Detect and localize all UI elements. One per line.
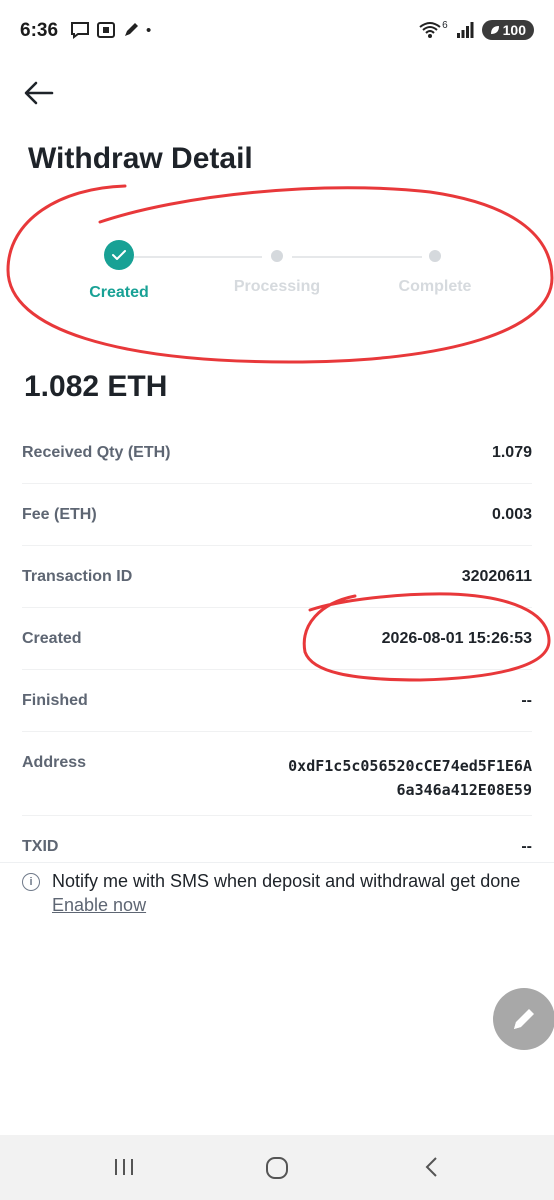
home-icon bbox=[266, 1157, 288, 1179]
detail-label: Transaction ID bbox=[22, 567, 133, 585]
screenshot-icon bbox=[97, 22, 115, 38]
detail-row-address: Address 0xdF1c5c056520cCE74ed5F1E6A 6a34… bbox=[22, 732, 532, 816]
back-nav-button[interactable] bbox=[420, 1155, 444, 1184]
step-pending-dot bbox=[271, 250, 283, 262]
withdraw-amount: 1.082 ETH bbox=[24, 370, 168, 403]
detail-label: Address bbox=[22, 754, 87, 771]
signal-superscript: 6 bbox=[442, 19, 448, 31]
sms-notice-body: i Notify me with SMS when deposit and wi… bbox=[22, 869, 554, 917]
detail-label: Finished bbox=[22, 691, 88, 709]
messenger-icon bbox=[71, 22, 89, 39]
wifi-icon bbox=[419, 22, 441, 38]
home-button[interactable] bbox=[264, 1155, 290, 1186]
status-right: 6 100 bbox=[418, 20, 534, 40]
check-icon bbox=[112, 250, 126, 260]
address-value[interactable]: 0xdF1c5c056520cCE74ed5F1E6A 6a346a412E08… bbox=[288, 754, 532, 802]
status-time: 6:36 bbox=[20, 20, 59, 41]
notice-text: Notify me with SMS when deposit and with… bbox=[52, 871, 521, 891]
pencil-icon bbox=[514, 1009, 534, 1029]
dot-icon: • bbox=[146, 21, 152, 39]
step-pending-dot bbox=[429, 250, 441, 262]
address-line-2: 6a346a412E08E59 bbox=[396, 781, 532, 799]
detail-value: 1.079 bbox=[491, 443, 532, 461]
edit-fab-button[interactable] bbox=[493, 988, 554, 1050]
detail-row-finished: Finished -- bbox=[22, 670, 532, 732]
step-processing: Processing bbox=[197, 240, 357, 296]
withdraw-progress: Created Processing Complete bbox=[0, 240, 554, 320]
status-notification-icons: • bbox=[70, 21, 151, 39]
step-label: Processing bbox=[233, 278, 321, 295]
sms-notice: i Notify me with SMS when deposit and wi… bbox=[0, 862, 554, 917]
detail-label: TXID bbox=[22, 837, 59, 855]
back-button[interactable] bbox=[22, 78, 56, 108]
step-created: Created bbox=[39, 240, 199, 302]
detail-value: 0.003 bbox=[491, 505, 532, 523]
recents-icon bbox=[115, 1159, 133, 1175]
signal-icon bbox=[456, 22, 474, 38]
arrow-left-icon bbox=[24, 81, 54, 105]
detail-list: Received Qty (ETH) 1.079 Fee (ETH) 0.003… bbox=[0, 422, 554, 877]
detail-row-fee: Fee (ETH) 0.003 bbox=[22, 484, 532, 546]
battery-leaf-icon bbox=[490, 26, 499, 34]
system-nav-bar bbox=[0, 1135, 554, 1200]
detail-label: Received Qty (ETH) bbox=[22, 443, 171, 461]
step-complete: Complete bbox=[355, 240, 515, 296]
detail-row-received-qty: Received Qty (ETH) 1.079 bbox=[22, 422, 532, 484]
recent-apps-button[interactable] bbox=[112, 1155, 136, 1184]
step-label: Complete bbox=[398, 278, 472, 295]
detail-value: -- bbox=[521, 691, 532, 709]
address-line-1: 0xdF1c5c056520cCE74ed5F1E6A bbox=[288, 757, 532, 775]
detail-row-created: Created 2026-08-01 15:26:53 bbox=[22, 608, 532, 670]
status-bar: 6:36 • 6 100 bbox=[0, 0, 554, 62]
chevron-left-icon bbox=[425, 1157, 437, 1177]
enable-now-link[interactable]: Enable now bbox=[52, 895, 146, 915]
info-icon: i bbox=[22, 873, 40, 891]
detail-row-transaction-id: Transaction ID 32020611 bbox=[22, 546, 532, 608]
pen-icon bbox=[125, 23, 138, 36]
step-label: Created bbox=[89, 284, 149, 301]
battery-indicator: 100 bbox=[481, 20, 534, 40]
detail-value: 2026-08-01 15:26:53 bbox=[381, 629, 532, 647]
battery-level: 100 bbox=[502, 22, 526, 38]
detail-label: Fee (ETH) bbox=[22, 505, 97, 523]
step-done-indicator bbox=[104, 240, 134, 270]
detail-label: Created bbox=[22, 629, 82, 647]
page-title: Withdraw Detail bbox=[28, 142, 253, 175]
transaction-id-value[interactable]: 32020611 bbox=[462, 568, 532, 586]
detail-value: -- bbox=[521, 837, 532, 855]
